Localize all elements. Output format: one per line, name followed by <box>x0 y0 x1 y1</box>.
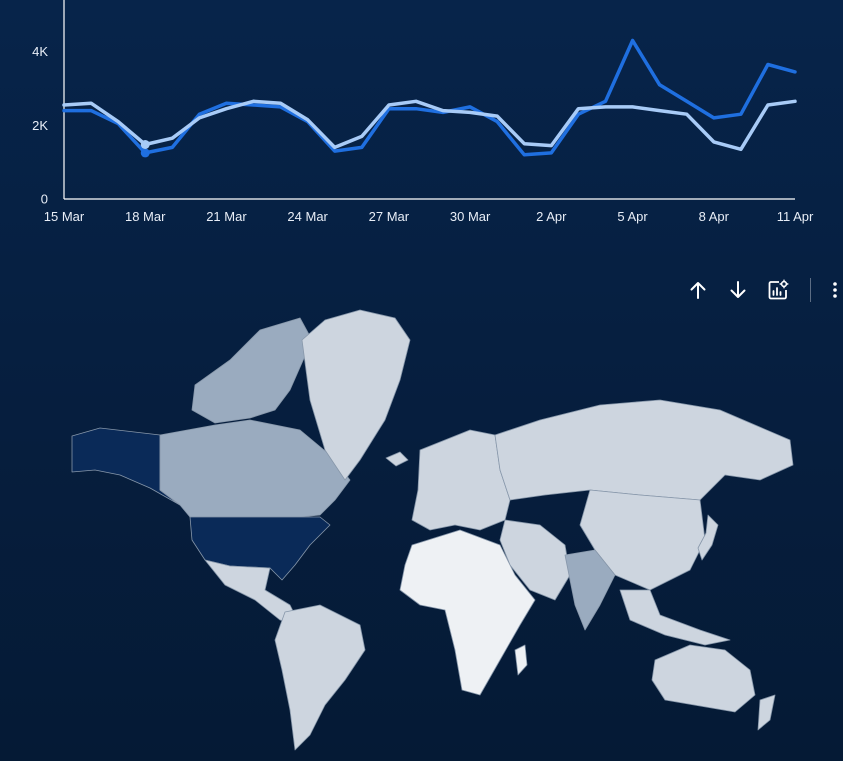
x-tick-label: 5 Apr <box>617 209 648 224</box>
chart-settings-icon <box>768 279 789 300</box>
arrow-up-icon <box>690 282 706 299</box>
line-chart: 0 2K 4K 15 Mar 18 Mar 21 Mar 24 Mar 27 Mar 30 Ma… <box>32 0 814 224</box>
x-tick-label: 11 Apr <box>777 209 814 224</box>
x-tick-label: 15 Mar <box>44 209 85 224</box>
highlight-point-0 <box>140 148 150 158</box>
world-map <box>71 309 794 751</box>
y-tick-label: 4K <box>32 44 48 59</box>
chart-series-layer <box>62 38 797 158</box>
x-tick-label: 30 Mar <box>450 209 491 224</box>
y-tick-label: 0 <box>41 192 48 207</box>
series-line-1 <box>62 99 797 152</box>
map-region-europe[interactable] <box>411 429 511 531</box>
x-tick-label: 24 Mar <box>287 209 328 224</box>
x-tick-label: 21 Mar <box>206 209 247 224</box>
map-region-russia[interactable] <box>494 399 794 501</box>
toolbar-divider <box>810 278 811 302</box>
x-tick-label: 8 Apr <box>699 209 730 224</box>
x-tick-label: 27 Mar <box>369 209 410 224</box>
highlight-point-1 <box>140 139 150 149</box>
arrow-down-icon <box>730 281 746 298</box>
map-region-south-america[interactable] <box>274 604 366 751</box>
map-regions <box>71 309 794 751</box>
map-region-new-zealand[interactable] <box>757 694 776 731</box>
y-tick-label: 2K <box>32 118 48 133</box>
x-tick-label: 2 Apr <box>536 209 567 224</box>
map-region-madagascar[interactable] <box>514 644 528 676</box>
map-region-canada-islands[interactable] <box>191 317 313 424</box>
map-region-australia[interactable] <box>651 644 756 713</box>
map-region-southeast-asia[interactable] <box>619 589 731 646</box>
chart-axes: 0 2K 4K 15 Mar 18 Mar 21 Mar 24 Mar 27 Mar 30 Ma… <box>32 0 814 224</box>
x-tick-label: 18 Mar <box>125 209 166 224</box>
more-vertical-icon <box>833 282 837 298</box>
map-region-iceland[interactable] <box>385 451 409 467</box>
